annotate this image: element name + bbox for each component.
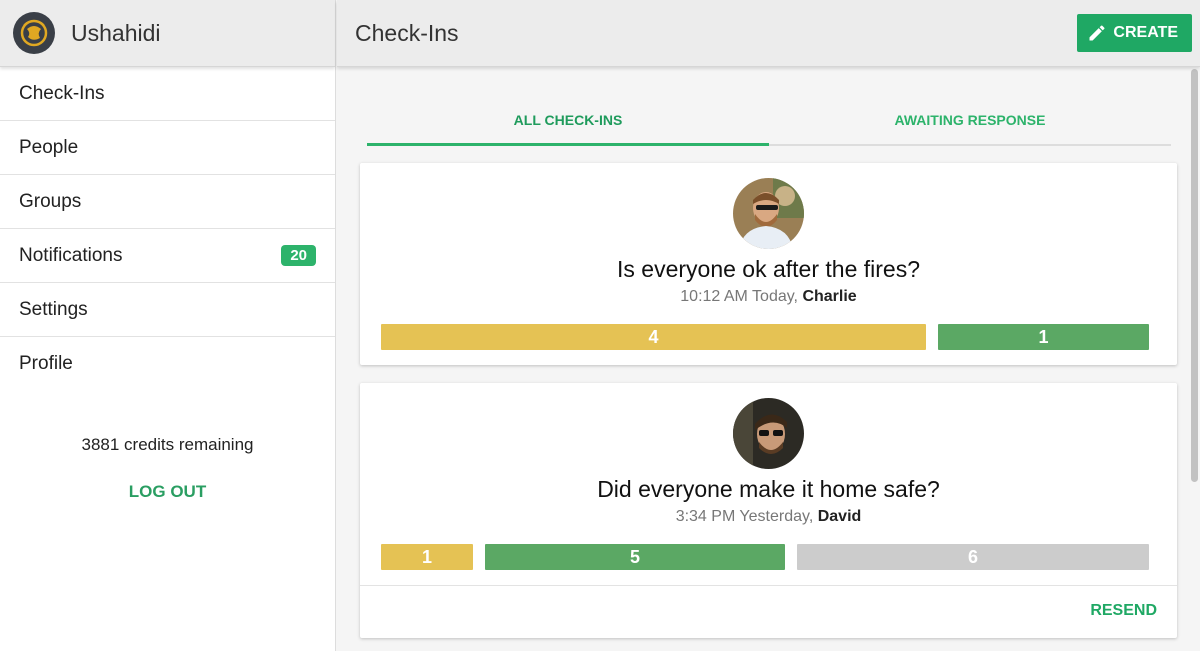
tab-awaiting-response[interactable]: AWAITING RESPONSE bbox=[769, 105, 1171, 144]
notifications-count-badge: 20 bbox=[281, 245, 316, 266]
sidebar-item-label: Notifications bbox=[19, 244, 123, 266]
response-bar-unanswered[interactable]: 1 bbox=[381, 544, 473, 570]
sidebar-item-label: Profile bbox=[19, 353, 73, 374]
avatar bbox=[733, 178, 804, 249]
sidebar-item-label: Settings bbox=[19, 298, 88, 320]
checkin-card[interactable]: Did everyone make it home safe? 3:34 PM … bbox=[360, 383, 1177, 638]
checkin-author: David bbox=[817, 508, 862, 525]
main-content: ALL CHECK-INS AWAITING RESPONSE Is every… bbox=[337, 67, 1189, 651]
pencil-icon bbox=[1089, 25, 1105, 41]
sidebar-item-people[interactable]: People bbox=[0, 121, 335, 175]
response-count: 5 bbox=[629, 546, 640, 567]
app-name: Ushahidi bbox=[71, 19, 161, 46]
response-count: 6 bbox=[967, 546, 978, 567]
sidebar-item-settings[interactable]: Settings bbox=[0, 283, 335, 337]
create-button[interactable]: CREATE bbox=[1077, 14, 1192, 52]
card-footer: RESEND bbox=[360, 585, 1177, 638]
response-count: 4 bbox=[648, 326, 659, 347]
response-count: 1 bbox=[1038, 326, 1049, 347]
checkin-meta: 10:12 AM Today, Charlie bbox=[360, 288, 1177, 306]
checkin-time: 3:34 PM Yesterday, bbox=[675, 508, 814, 525]
response-bar-pending[interactable]: 6 bbox=[797, 544, 1149, 570]
sidebar-header: Ushahidi bbox=[0, 0, 335, 67]
logout-link[interactable]: LOG OUT bbox=[0, 482, 335, 502]
sidebar-item-notifications[interactable]: Notifications 20 bbox=[0, 229, 335, 283]
checkin-author: Charlie bbox=[802, 288, 857, 305]
response-bar-unanswered[interactable]: 4 bbox=[381, 324, 926, 350]
sidebar-item-check-ins[interactable]: Check-Ins bbox=[0, 67, 335, 121]
tab-all-check-ins[interactable]: ALL CHECK-INS bbox=[367, 105, 769, 146]
main-header: Check-Ins CREATE bbox=[337, 0, 1200, 67]
credits-remaining: 3881 credits remaining bbox=[81, 435, 254, 454]
scrollbar-thumb[interactable] bbox=[1191, 69, 1198, 482]
sidebar-item-profile[interactable]: Profile bbox=[0, 337, 335, 391]
checkin-question: Is everyone ok after the fires? bbox=[617, 256, 920, 282]
page-title: Check-Ins bbox=[355, 19, 459, 46]
checkin-tabs: ALL CHECK-INS AWAITING RESPONSE bbox=[367, 105, 1171, 146]
scrollbar[interactable] bbox=[1189, 67, 1200, 651]
checkin-meta: 3:34 PM Yesterday, David bbox=[360, 508, 1177, 526]
sidebar: Ushahidi Check-Ins People Groups Notific… bbox=[0, 0, 336, 651]
ushahidi-logo-icon[interactable] bbox=[13, 12, 55, 54]
create-button-label: CREATE bbox=[1113, 24, 1178, 41]
sidebar-item-label: Groups bbox=[19, 190, 82, 212]
avatar bbox=[733, 398, 804, 469]
checkin-question: Did everyone make it home safe? bbox=[597, 476, 940, 502]
sidebar-item-label: People bbox=[19, 136, 79, 158]
sidebar-item-label: Check-Ins bbox=[19, 82, 105, 104]
response-bar-yes[interactable]: 5 bbox=[485, 544, 785, 570]
response-count: 1 bbox=[421, 546, 432, 567]
sidebar-item-groups[interactable]: Groups bbox=[0, 175, 335, 229]
resend-button[interactable]: RESEND bbox=[1090, 602, 1157, 620]
checkin-card[interactable]: Is everyone ok after the fires? 10:12 AM… bbox=[360, 163, 1177, 365]
response-bar-yes[interactable]: 1 bbox=[938, 324, 1149, 350]
checkin-time: 10:12 AM Today, bbox=[680, 288, 798, 305]
